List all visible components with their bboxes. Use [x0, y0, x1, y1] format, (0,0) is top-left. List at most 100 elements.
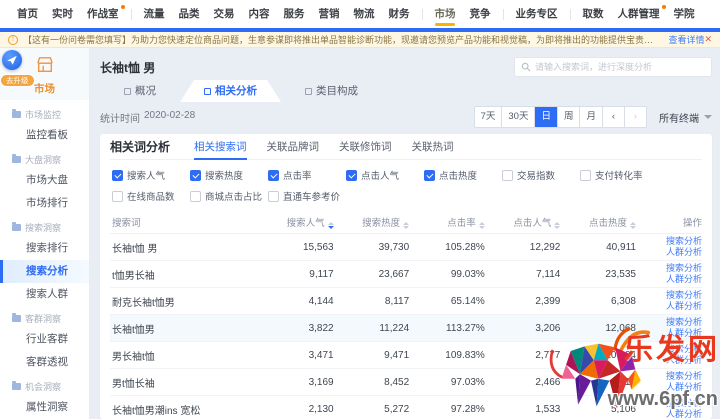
nav-item[interactable]: 流量 — [139, 0, 170, 28]
action-link[interactable]: 搜索分析 — [666, 290, 702, 301]
action-link[interactable]: 搜索分析 — [666, 398, 702, 409]
nav-item-label: 服务 — [284, 8, 305, 20]
panel-tab[interactable]: 关联热词 — [412, 134, 454, 160]
sidebar-item[interactable]: 行业客群 — [0, 328, 89, 351]
next-arrow-button[interactable] — [624, 107, 646, 127]
page-tabs: 概况 相关分析 类目构成 — [100, 80, 712, 102]
nav-item[interactable]: 人群管理 — [613, 0, 665, 28]
column-header-sortable[interactable]: 点击率 — [411, 215, 487, 229]
metric-checkbox[interactable]: 点击热度 — [424, 168, 502, 182]
sidebar-item[interactable]: 搜索分析 — [0, 260, 89, 283]
metric-label: 直通车参考价 — [283, 189, 340, 203]
page-tab[interactable]: 类目构成 — [281, 80, 382, 102]
sidebar-item[interactable]: 客群透视 — [0, 351, 89, 374]
table-row: 耐克长袖t恤男4,1448,11765.14%2,3996,308搜索分析人群分… — [110, 288, 702, 315]
column-label: 搜索热度 — [362, 218, 400, 229]
period-button[interactable]: 月 — [579, 107, 602, 127]
metric-checkbox[interactable]: 点击率 — [268, 168, 346, 182]
action-link[interactable]: 搜索分析 — [666, 371, 702, 382]
checkbox-icon — [268, 191, 279, 202]
nav-item[interactable]: 竞争 — [465, 0, 496, 28]
metric-checkbox[interactable]: 支付转化率 — [580, 168, 658, 182]
nav-item[interactable]: 服务 — [279, 0, 310, 28]
nav-item[interactable]: 内容 — [244, 0, 275, 28]
rocket-icon[interactable] — [2, 50, 22, 70]
metric-checkbox[interactable]: 搜索热度 — [190, 168, 268, 182]
doc-icon — [204, 88, 211, 95]
nav-item[interactable]: 学院 — [669, 0, 700, 28]
sort-asc-icon — [630, 222, 636, 225]
metric-checkbox[interactable]: 点击人气 — [346, 168, 424, 182]
metric-checkbox[interactable]: 直通车参考价 — [268, 189, 346, 203]
period-button[interactable]: 日 — [534, 107, 557, 127]
sidebar-item[interactable]: 搜索排行 — [0, 237, 89, 260]
panel-tab[interactable]: 关联品牌词 — [267, 134, 320, 160]
panel-tab[interactable]: 相关搜索词 — [194, 134, 247, 160]
sidebar-item[interactable]: 属性洞察 — [0, 396, 89, 419]
nav-item[interactable]: 取数 — [578, 0, 609, 28]
action-link[interactable]: 搜索分析 — [666, 344, 702, 355]
column-header-sortable[interactable]: 搜索人气 — [260, 215, 336, 229]
sort-desc-icon — [403, 226, 409, 229]
action-link[interactable]: 搜索分析 — [666, 263, 702, 274]
action-link[interactable]: 人群分析 — [666, 247, 702, 258]
column-header: 搜索词 — [110, 215, 260, 229]
sidebar-item[interactable]: 市场大盘 — [0, 169, 89, 192]
period-selector: 7天30天日周月 — [474, 106, 647, 128]
sidebar-item[interactable]: 搜索人群 — [0, 283, 89, 306]
close-icon[interactable] — [704, 34, 712, 45]
row-actions: 搜索分析人群分析 — [638, 371, 702, 393]
nav-item[interactable]: 市场 — [430, 0, 461, 28]
column-header-sortable[interactable]: 搜索热度 — [336, 215, 412, 229]
action-link[interactable]: 人群分析 — [666, 274, 702, 285]
search-input[interactable] — [535, 62, 705, 72]
nav-item-label: 取数 — [583, 8, 604, 20]
metric-value-cell: 9,117 — [260, 269, 336, 280]
folder-icon — [12, 111, 21, 118]
period-button[interactable]: 7天 — [475, 107, 502, 127]
panel-tab[interactable]: 关联修饰词 — [339, 134, 392, 160]
sidebar-item[interactable]: 市场排行 — [0, 192, 89, 215]
assistant-widget[interactable]: 去升级 — [2, 50, 36, 88]
action-link[interactable]: 人群分析 — [666, 328, 702, 339]
nav-item[interactable]: 作战室 — [82, 0, 124, 28]
action-link[interactable]: 搜索分析 — [666, 236, 702, 247]
page-tab-label: 相关分析 — [215, 80, 257, 102]
action-link[interactable]: 人群分析 — [666, 409, 702, 419]
nav-item-label: 营销 — [319, 8, 340, 20]
metric-checkbox[interactable]: 交易指数 — [502, 168, 580, 182]
period-button[interactable]: 周 — [557, 107, 580, 127]
metric-value-cell: 8,214 — [562, 377, 638, 388]
nav-item[interactable]: 实时 — [47, 0, 78, 28]
storefront-icon — [34, 56, 56, 74]
action-link[interactable]: 人群分析 — [666, 382, 702, 393]
nav-item[interactable]: 业务专区 — [511, 0, 563, 28]
action-link[interactable]: 人群分析 — [666, 301, 702, 312]
column-header-sortable[interactable]: 点击人气 — [487, 215, 563, 229]
metric-checkbox-group: 搜索人气搜索热度点击率点击人气点击热度交易指数支付转化率在线商品数商城点击占比 直… — [110, 160, 702, 210]
column-header-sortable[interactable]: 点击热度 — [562, 215, 638, 229]
action-link[interactable]: 人群分析 — [666, 355, 702, 366]
table-row: 男t恤长袖3,1698,45297.03%2,4668,214搜索分析人群分析 — [110, 369, 702, 396]
row-actions: 搜索分析人群分析 — [638, 398, 702, 419]
terminal-dropdown[interactable]: 所有终端 — [659, 110, 712, 125]
prev-arrow-button[interactable] — [602, 107, 624, 127]
metric-checkbox[interactable]: 在线商品数 — [112, 189, 190, 203]
period-button[interactable]: 30天 — [501, 107, 534, 127]
sidebar-item[interactable]: 监控看板 — [0, 124, 89, 147]
sidebar-section-header: 搜索洞察 — [0, 217, 89, 237]
nav-item[interactable]: 营销 — [314, 0, 345, 28]
upgrade-badge[interactable]: 去升级 — [0, 74, 35, 87]
nav-item[interactable]: 首页 — [12, 0, 43, 28]
page-tab[interactable]: 相关分析 — [180, 80, 281, 102]
page-tab[interactable]: 概况 — [100, 80, 180, 102]
action-link[interactable]: 搜索分析 — [666, 317, 702, 328]
metric-value-cell: 9,471 — [336, 350, 412, 361]
nav-item[interactable]: 交易 — [209, 0, 240, 28]
nav-item[interactable]: 品类 — [174, 0, 205, 28]
notification-link[interactable]: 查看详情 — [668, 33, 704, 46]
metric-checkbox[interactable]: 商城点击占比 — [190, 189, 268, 203]
metric-checkbox[interactable]: 搜索人气 — [112, 168, 190, 182]
nav-item[interactable]: 物流 — [349, 0, 380, 28]
nav-item[interactable]: 财务 — [384, 0, 415, 28]
